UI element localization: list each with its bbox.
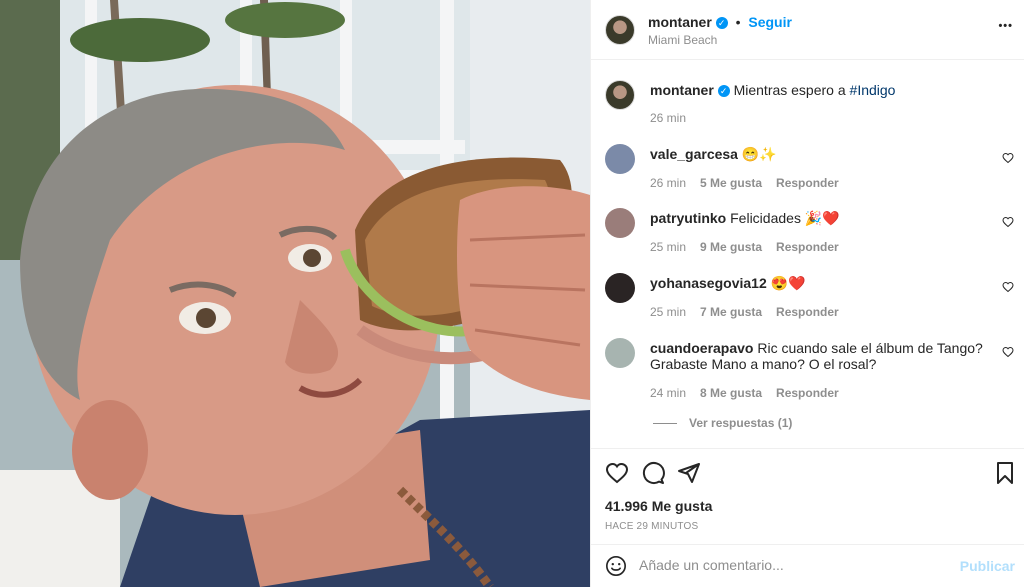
publish-button[interactable]: Publicar [960,558,1015,574]
comment-item: yohanasegovia12 😍❤️ [650,275,990,291]
comment-like-icon[interactable] [1002,216,1014,228]
author-avatar[interactable] [605,15,635,45]
commenter-avatar[interactable] [605,144,635,174]
comment-time: 25 min [650,240,687,254]
commenter-avatar[interactable] [605,338,635,368]
emoji-icon[interactable] [605,555,627,577]
like-icon[interactable] [605,461,629,485]
comment-username[interactable]: cuandoerapavo [650,340,753,356]
view-replies-label[interactable]: Ver respuestas (1) [689,416,792,430]
comment-text: 😍❤️ [770,275,806,291]
author-line: montaner ✓ • Seguir [648,14,792,30]
post-header: montaner ✓ • Seguir Miami Beach ••• [591,0,1024,60]
comment-like-icon[interactable] [1002,281,1014,293]
comment-icon[interactable] [641,461,665,485]
separator-dot: • [735,14,741,30]
comment-text: 😁✨ [741,146,777,162]
comment-likes[interactable]: 8 Me gusta [700,386,762,400]
comment-username[interactable]: yohanasegovia12 [650,275,767,291]
comment-likes[interactable]: 9 Me gusta [700,240,762,254]
post-photo[interactable] [0,0,590,587]
caption-avatar[interactable] [605,80,635,110]
follow-button[interactable]: Seguir [748,14,792,30]
comment-text: Felicidades 🎉❤️ [730,210,840,226]
post-detail-panel: montaner ✓ • Seguir Miami Beach ••• mont… [590,0,1024,587]
caption-hashtag[interactable]: #Indigo [850,82,896,98]
comment-item: patryutinko Felicidades 🎉❤️ [650,210,990,226]
comment-time: 26 min [650,176,687,190]
post-actions: 41.996 Me gusta HACE 29 MINUTOS [591,448,1024,544]
comment-time: 25 min [650,305,687,319]
comment-meta: 26 min 5 Me gusta Responder [650,176,853,190]
comment-item: cuandoerapavo Ric cuando sale el álbum d… [650,340,990,372]
comment-likes[interactable]: 7 Me gusta [700,305,762,319]
comment-meta: 25 min 9 Me gusta Responder [650,240,853,254]
comment-likes[interactable]: 5 Me gusta [700,176,762,190]
post-timestamp: HACE 29 MINUTOS [605,521,699,532]
comment-like-icon[interactable] [1002,152,1014,164]
commenter-avatar[interactable] [605,273,635,303]
share-icon[interactable] [677,461,701,485]
comment-username[interactable]: vale_garcesa [650,146,738,162]
comment-like-icon[interactable] [1002,346,1014,358]
caption-username[interactable]: montaner [650,82,714,98]
add-comment-bar: Publicar [591,544,1024,587]
reply-button[interactable]: Responder [776,386,839,400]
more-options-icon[interactable]: ••• [998,20,1013,32]
replies-divider [653,423,677,425]
verified-icon: ✓ [715,17,728,29]
save-icon[interactable] [993,461,1017,485]
comment-item: vale_garcesa 😁✨ [650,146,990,162]
comment-input[interactable] [639,557,959,573]
comment-meta: 25 min 7 Me gusta Responder [650,305,853,319]
view-replies[interactable]: Ver respuestas (1) [653,416,792,430]
comment-username[interactable]: patryutinko [650,210,726,226]
likes-count[interactable]: 41.996 Me gusta [605,498,712,514]
reply-button[interactable]: Responder [776,176,839,190]
reply-button[interactable]: Responder [776,240,839,254]
verified-icon: ✓ [717,85,730,97]
caption-time: 26 min [650,111,687,125]
photo-image [0,0,590,587]
commenter-avatar[interactable] [605,208,635,238]
caption-text: montaner ✓ Mientras espero a #Indigo [650,82,990,98]
post-location[interactable]: Miami Beach [648,33,717,47]
author-username[interactable]: montaner [648,14,712,30]
comment-time: 24 min [650,386,687,400]
comment-meta: 24 min 8 Me gusta Responder [650,386,853,400]
caption-body: Mientras espero a [733,82,850,98]
reply-button[interactable]: Responder [776,305,839,319]
